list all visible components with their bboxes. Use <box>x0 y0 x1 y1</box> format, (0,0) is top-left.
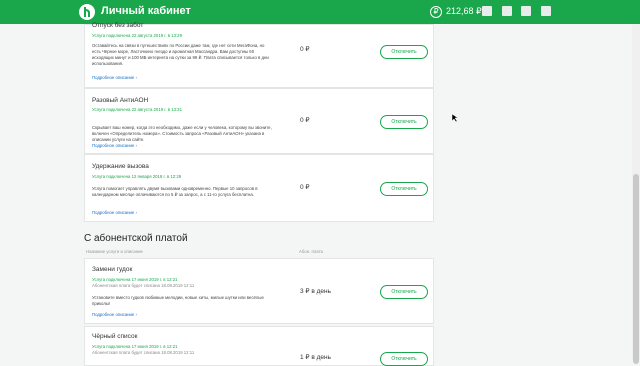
service-more-link[interactable]: Подробное описание › <box>92 143 137 148</box>
disconnect-button[interactable]: Отключить <box>380 285 428 299</box>
scrollbar[interactable] <box>632 24 640 364</box>
disconnect-button[interactable]: Отключить <box>380 115 428 129</box>
scrollbar-thumb[interactable] <box>633 174 639 364</box>
cursor-icon <box>452 114 458 122</box>
disconnect-button[interactable]: Отключить <box>380 45 428 59</box>
top-bar: Личный кабинет ₽ 212,68 ₽ <box>0 0 640 24</box>
settings-icon[interactable] <box>521 6 531 16</box>
balance-amount[interactable]: 212,68 ₽ <box>446 6 482 17</box>
disconnect-button[interactable]: Отключить <box>380 182 428 196</box>
service-status: Услуга подключена 17 июня 2019 г. в 12:2… <box>92 277 178 282</box>
exit-icon[interactable] <box>541 6 551 16</box>
disconnect-button[interactable]: Отключить <box>380 352 428 366</box>
sim-icon[interactable] <box>482 6 492 16</box>
column-header-name: Название услуги и описание <box>86 249 143 254</box>
service-price: 0 ₽ <box>300 184 310 191</box>
service-status: Услуга подключена 22 августа 2019 г. в 1… <box>92 33 182 38</box>
service-price: 0 ₽ <box>300 117 310 124</box>
service-description: Скрывает ваш номер, когда это необходимо… <box>92 125 272 142</box>
service-title: Чёрный список <box>92 333 138 340</box>
service-more-link[interactable]: Подробное описание › <box>92 210 137 215</box>
service-more-link[interactable]: Подробное описание › <box>92 75 137 80</box>
service-description: Услуга помогает управлять двумя вызовами… <box>92 186 258 197</box>
service-status: Услуга подключена 22 августа 2019 г. в 1… <box>92 107 182 112</box>
service-card: Чёрный список Услуга подключена 17 июня … <box>84 326 434 366</box>
service-card: Удержание вызова Услуга подключена 12 ян… <box>84 154 434 222</box>
service-title: Отпуск без забот <box>92 22 144 29</box>
paid-section-title: С абонентской платой <box>84 233 188 244</box>
service-description: Установите вместо гудков любимые мелодии… <box>92 295 264 306</box>
service-title: Разовый АнтиАОН <box>92 97 149 104</box>
service-title: Замени гудок <box>92 266 133 273</box>
service-status: Услуга подключена 17 июня 2019 г. в 12:2… <box>92 344 178 349</box>
service-card: Отпуск без забот Услуга подключена 22 ав… <box>84 22 434 88</box>
service-fee-date: Абонентская плата будет списана 18.08.20… <box>92 350 195 355</box>
service-more-link[interactable]: Подробное описание › <box>92 312 137 317</box>
logo-icon <box>84 7 90 17</box>
service-price: 0 ₽ <box>300 46 310 53</box>
megafon-logo[interactable] <box>79 4 95 20</box>
service-description: Оставайтесь на связи в путешествиях по Р… <box>92 43 269 66</box>
column-header-fee: Абон. плата <box>299 249 323 254</box>
brand-title: Личный кабинет <box>101 5 191 17</box>
service-price: 3 ₽ в день <box>300 288 332 295</box>
service-fee-date: Абонентская плата будет списана 18.08.20… <box>92 283 195 288</box>
service-card: Замени гудок Услуга подключена 17 июня 2… <box>84 258 434 324</box>
notification-icon[interactable] <box>502 6 512 16</box>
service-title: Удержание вызова <box>92 163 149 170</box>
service-status: Услуга подключена 12 января 2019 г. в 12… <box>92 174 182 179</box>
ruble-icon: ₽ <box>430 6 442 18</box>
service-card: Разовый АнтиАОН Услуга подключена 22 авг… <box>84 88 434 154</box>
